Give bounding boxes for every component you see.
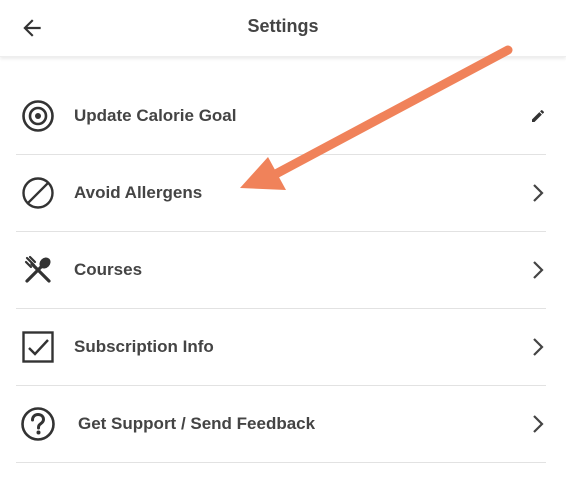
settings-item-label: Subscription Info: [74, 337, 214, 356]
settings-item-label: Get Support / Send Feedback: [78, 414, 316, 433]
settings-item-courses[interactable]: Courses: [0, 232, 566, 309]
settings-item-label: Avoid Allergens: [74, 183, 203, 202]
chevron-right-icon: [524, 256, 552, 284]
checkbox-icon: [20, 329, 56, 365]
settings-item-avoid-allergens[interactable]: Avoid Allergens: [0, 155, 566, 232]
chevron-right-icon: [524, 333, 552, 361]
prohibited-icon: [20, 175, 56, 211]
fork-spoon-icon: [20, 252, 56, 288]
settings-item-subscription-info[interactable]: Subscription Info: [0, 309, 566, 386]
settings-item-label: Courses: [74, 260, 143, 279]
page-title: Settings: [247, 16, 319, 36]
pencil-icon[interactable]: [524, 102, 552, 130]
settings-list: Update Calorie Goal Avoid Allergens Cour…: [0, 78, 566, 463]
settings-item-get-support[interactable]: Get Support / Send Feedback: [0, 386, 566, 463]
chevron-right-icon: [524, 179, 552, 207]
chevron-right-icon: [524, 410, 552, 438]
settings-item-label: Update Calorie Goal: [74, 106, 237, 125]
target-icon: [20, 98, 56, 134]
settings-item-update-calorie-goal[interactable]: Update Calorie Goal: [0, 78, 566, 155]
top-app-bar: Settings: [0, 0, 566, 57]
help-circle-icon: [20, 406, 56, 442]
